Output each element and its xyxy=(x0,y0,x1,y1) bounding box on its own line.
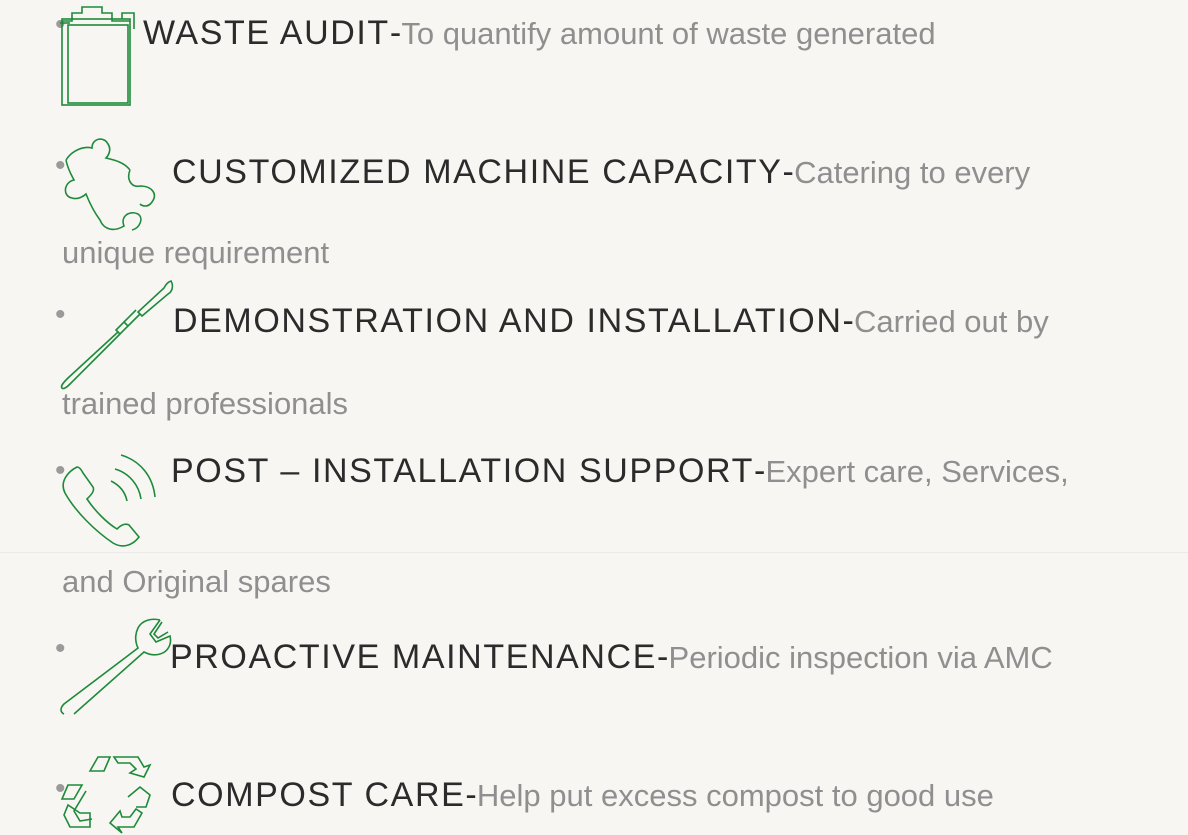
service-title: WASTE AUDIT xyxy=(143,14,390,52)
service-description-continued: trained professionals xyxy=(62,386,349,421)
service-description: To quantify amount of waste generated xyxy=(401,16,936,51)
service-description-continued: unique requirement xyxy=(62,235,330,270)
service-title: DEMONSTRATION AND INSTALLATION xyxy=(173,302,843,340)
separator-dash: - xyxy=(753,452,766,490)
recycle-icon xyxy=(60,755,160,835)
separator-dash: - xyxy=(782,153,795,191)
service-line: COMPOST CARE-Help put excess compost to … xyxy=(171,778,994,812)
service-description-continued: and Original spares xyxy=(62,564,331,599)
phone-icon xyxy=(55,445,169,557)
puzzle-piece-icon xyxy=(62,136,166,234)
service-title: COMPOST CARE xyxy=(171,776,466,814)
separator-dash: - xyxy=(657,638,669,676)
clipboard-icon xyxy=(60,5,140,107)
services-list: • WASTE AUDIT-To quantify amount of wast… xyxy=(0,0,1188,835)
service-description: Expert care, Services, xyxy=(765,454,1069,489)
divider-line xyxy=(0,552,1188,553)
service-title: POST – INSTALLATION SUPPORT xyxy=(171,452,754,490)
screwdriver-icon xyxy=(58,278,178,390)
service-line: WASTE AUDIT-To quantify amount of waste … xyxy=(143,16,936,50)
service-title: PROACTIVE MAINTENANCE xyxy=(170,638,657,676)
separator-dash: - xyxy=(389,14,402,52)
service-description: Periodic inspection via AMC xyxy=(668,640,1053,675)
service-line: POST – INSTALLATION SUPPORT-Expert care,… xyxy=(171,454,1069,488)
service-description: Carried out by xyxy=(854,304,1049,339)
service-line: CUSTOMIZED MACHINE CAPACITY-Catering to … xyxy=(172,155,1030,189)
separator-dash: - xyxy=(465,776,477,814)
wrench-icon xyxy=(56,616,176,716)
separator-dash: - xyxy=(842,302,855,340)
service-line: PROACTIVE MAINTENANCE-Periodic inspectio… xyxy=(170,640,1053,674)
service-description: Catering to every xyxy=(794,155,1031,190)
service-title: CUSTOMIZED MACHINE CAPACITY xyxy=(172,153,783,191)
service-description: Help put excess compost to good use xyxy=(476,778,994,813)
service-line: DEMONSTRATION AND INSTALLATION-Carried o… xyxy=(173,304,1049,338)
